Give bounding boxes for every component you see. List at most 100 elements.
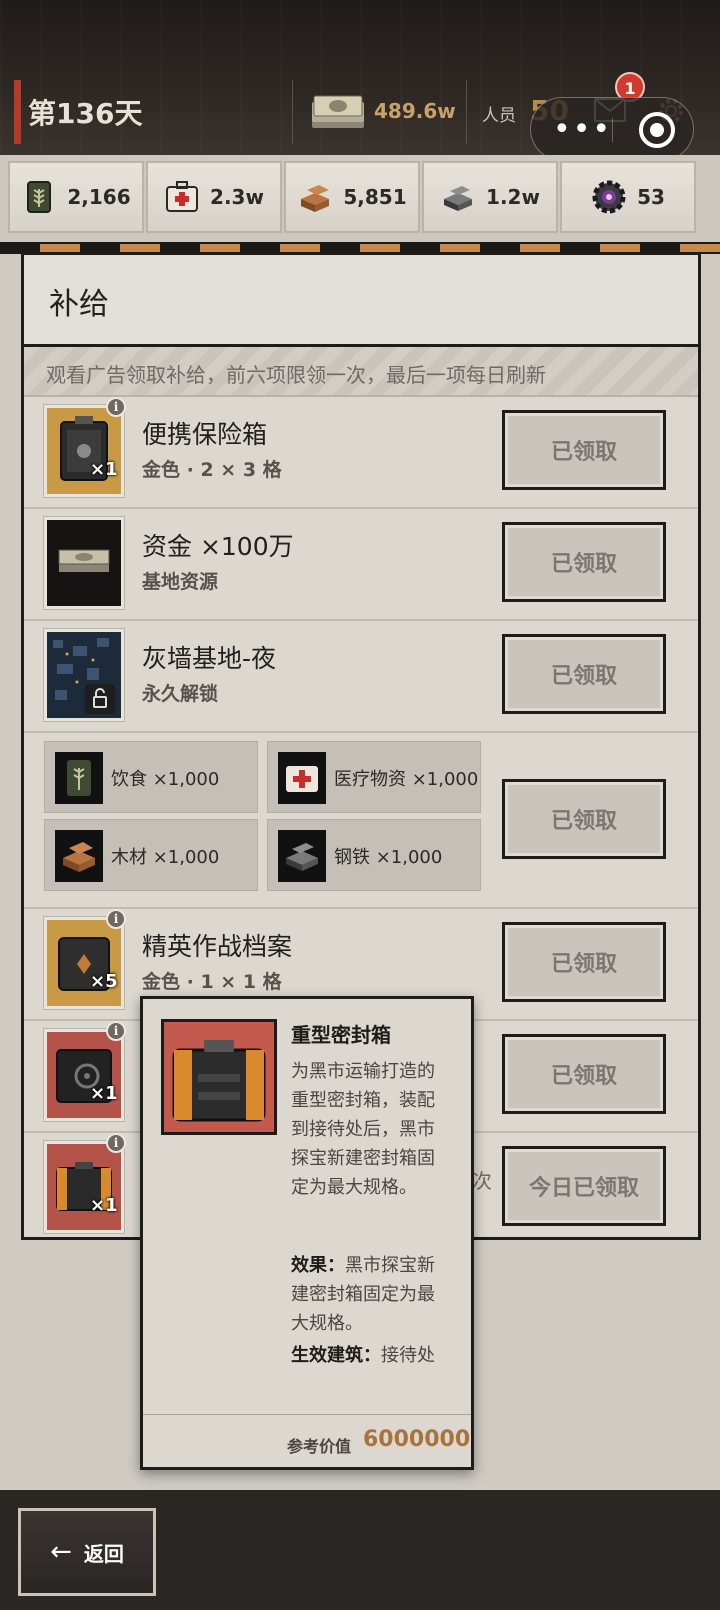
funds-thumbnail[interactable] <box>44 517 124 609</box>
resource-wood-value: 5,851 <box>343 185 407 209</box>
claimed-button[interactable]: 已领取 <box>502 779 666 859</box>
building-text: 接待处 <box>381 1345 435 1366</box>
close-miniprogram-icon[interactable] <box>639 112 675 148</box>
claimed-button[interactable]: 已领取 <box>502 522 666 602</box>
claimed-button[interactable]: 已领取 <box>502 1034 666 1114</box>
item-subtitle: 永久解锁 <box>142 683 219 705</box>
tooltip-footer: 参考价值 6000000 <box>143 1414 471 1467</box>
info-icon[interactable]: i <box>106 1021 126 1041</box>
supply-notice: 观看广告领取补给，前六项限领一次，最后一项每日刷新 <box>24 347 698 397</box>
claimed-today-button[interactable]: 今日已领取 <box>502 1146 666 1226</box>
bundle-item-steel: 钢铁 ×1,000 <box>267 819 481 891</box>
tooltip-description: 为黑市运输打造的重型密封箱，装配到接待处后，黑市探宝新建密封箱固定为最大规格。 <box>291 1061 435 1198</box>
elite-file-thumbnail[interactable] <box>44 917 124 1009</box>
sealed-case-icon <box>56 1162 112 1211</box>
cash-value: 489.6w <box>374 99 456 123</box>
food-can-icon <box>27 181 52 213</box>
supply-row-base-skin: 灰墙基地-夜 永久解锁 已领取 <box>24 621 698 733</box>
reference-value: 6000000 <box>363 1427 471 1452</box>
vault-case-icon <box>56 1049 112 1103</box>
divider <box>292 80 293 144</box>
bundle-item-wood: 木材 ×1,000 <box>44 819 258 891</box>
item-quantity: ×5 <box>90 971 118 992</box>
supply-row-funds: 资金 ×100万 基地资源 已领取 <box>24 509 698 621</box>
bundle-item-label: 木材 ×1,000 <box>111 847 220 868</box>
tooltip-effect: 效果：黑市探宝新建密封箱固定为最大规格。 <box>291 1251 449 1338</box>
bundle-item-label: 饮食 ×1,000 <box>111 769 220 790</box>
miniprogram-capsule: ••• <box>530 97 694 161</box>
cash-bundle-icon <box>58 549 110 572</box>
resource-steel-value: 1.2w <box>486 185 540 209</box>
resource-medical-value: 2.3w <box>210 185 264 209</box>
bundle-item-label: 医疗物资 ×1,000 <box>334 769 479 790</box>
notice-text: 观看广告领取补给，前六项限领一次，最后一项每日刷新 <box>46 363 546 387</box>
medkit-icon <box>278 752 326 804</box>
bottom-bar: ← 返回 <box>0 1490 720 1610</box>
item-subtitle: 金色 · 2 × 3 格 <box>142 459 282 481</box>
sealed-case-thumbnail[interactable] <box>44 1141 124 1233</box>
tooltip-building: 生效建筑：接待处 <box>291 1341 449 1370</box>
safe-thumbnail[interactable] <box>44 405 124 497</box>
item-quantity: ×1 <box>90 1083 118 1104</box>
resource-food[interactable]: 2,166 <box>8 161 144 233</box>
base-night-thumbnail[interactable] <box>44 629 124 721</box>
claimed-button[interactable]: 已领取 <box>502 634 666 714</box>
resource-steel[interactable]: 1.2w <box>422 161 558 233</box>
day-accent-bar <box>14 80 21 144</box>
vault-case-thumbnail[interactable] <box>44 1029 124 1121</box>
item-desc-partial: 次 <box>472 1169 492 1193</box>
heavy-sealed-case-icon <box>172 1040 266 1122</box>
food-can-icon <box>55 752 103 804</box>
steel-icon <box>278 830 326 882</box>
bundle-item-food: 饮食 ×1,000 <box>44 741 258 813</box>
effect-label: 效果： <box>291 1255 345 1276</box>
supply-row-safe: i ×1 便携保险箱 金色 · 2 × 3 格 已领取 <box>24 397 698 509</box>
back-arrow-icon: ← <box>50 1537 72 1567</box>
bundle-item-label: 钢铁 ×1,000 <box>334 847 443 868</box>
safe-box-icon <box>60 416 108 481</box>
tooltip-item-image <box>161 1019 277 1135</box>
item-name: 灰墙基地-夜 <box>142 644 277 673</box>
bundle-item-medical: 医疗物资 ×1,000 <box>267 741 481 813</box>
item-subtitle: 金色 · 1 × 1 格 <box>142 971 282 993</box>
item-name: 便携保险箱 <box>142 420 268 449</box>
medkit-icon <box>166 181 199 212</box>
resource-medical[interactable]: 2.3w <box>146 161 282 233</box>
item-quantity: ×1 <box>90 459 118 480</box>
wood-icon <box>301 185 330 212</box>
resource-bar: 2,166 2.3w 5,851 1.2w 53 <box>0 155 720 243</box>
tooltip-title: 重型密封箱 <box>291 1023 391 1047</box>
info-icon[interactable]: i <box>106 397 126 417</box>
staff-label: 人员 <box>482 106 516 126</box>
claimed-button[interactable]: 已领取 <box>502 922 666 1002</box>
resource-wood[interactable]: 5,851 <box>284 161 420 233</box>
capsule-divider <box>612 118 613 142</box>
item-name: 资金 ×100万 <box>142 532 294 561</box>
divider <box>466 80 467 144</box>
building-label: 生效建筑： <box>291 1345 381 1366</box>
day-counter: 第136天 <box>28 97 143 130</box>
resource-parts[interactable]: 53 <box>560 161 696 233</box>
more-options-icon[interactable]: ••• <box>553 115 612 145</box>
info-icon[interactable]: i <box>106 1133 126 1153</box>
panel-header: 补给 <box>24 255 698 347</box>
back-button-label: 返回 <box>83 1541 124 1566</box>
resource-parts-value: 53 <box>637 185 665 209</box>
item-quantity: ×1 <box>90 1195 118 1216</box>
wood-icon <box>55 830 103 882</box>
top-status-bar: 第136天 489.6w 人员 50 1 ••• <box>0 0 720 161</box>
cash-stack-icon <box>312 95 364 128</box>
item-name: 精英作战档案 <box>142 932 293 961</box>
elite-case-icon <box>58 937 110 991</box>
item-tooltip: 重型密封箱 为黑市运输打造的重型密封箱，装配到接待处后，黑市探宝新建密封箱固定为… <box>140 996 474 1470</box>
supply-row-resource-bundle: 饮食 ×1,000 医疗物资 ×1,000 木材 ×1,000 钢铁 ×1,00… <box>24 733 698 909</box>
gear-chip-icon <box>592 180 626 214</box>
reference-value-label: 参考价值 <box>287 1437 352 1456</box>
back-button[interactable]: ← 返回 <box>18 1508 156 1596</box>
info-icon[interactable]: i <box>106 909 126 929</box>
resource-food-value: 2,166 <box>67 185 131 209</box>
claimed-button[interactable]: 已领取 <box>502 410 666 490</box>
item-subtitle: 基地资源 <box>142 571 219 593</box>
panel-title: 补给 <box>49 287 109 322</box>
night-map-icon <box>47 632 121 718</box>
